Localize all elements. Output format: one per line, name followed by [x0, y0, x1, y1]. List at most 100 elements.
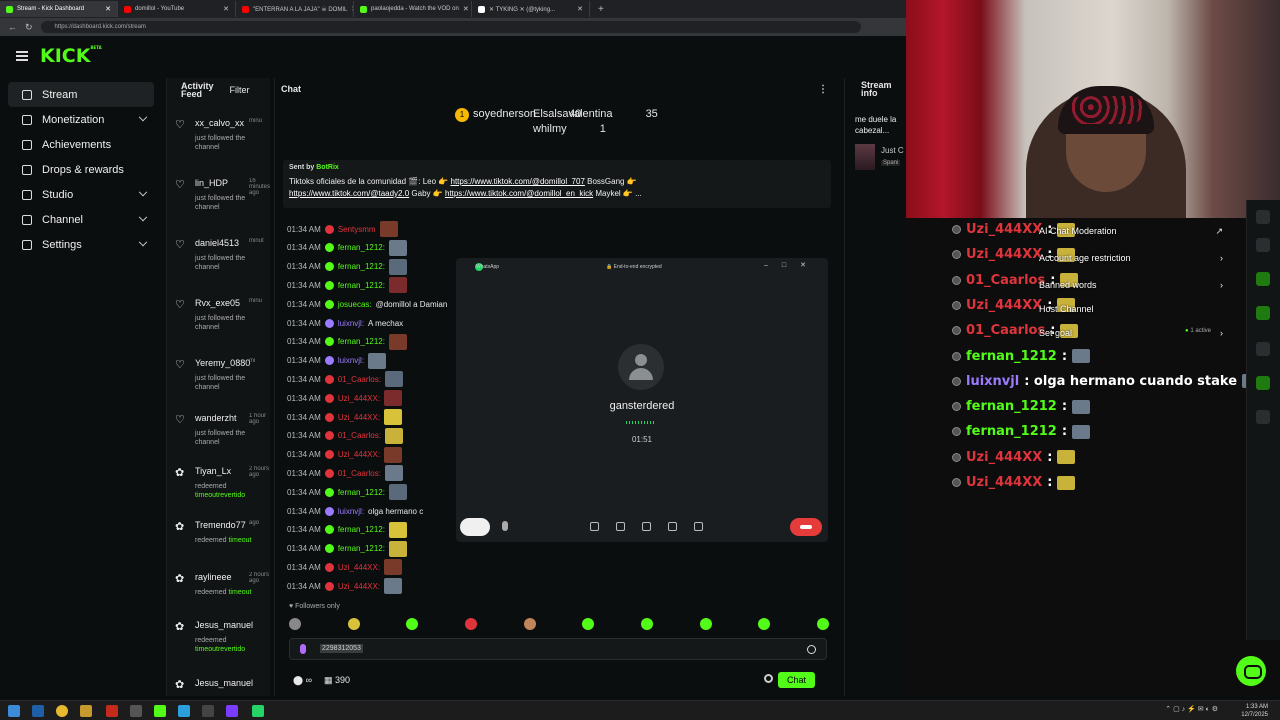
tiktok-link[interactable]: https://www.tiktok.com/@domillol_en_kick [445, 189, 593, 198]
sidebar-item-channel[interactable]: Channel [8, 207, 154, 232]
taskbar-app-icon[interactable] [130, 705, 142, 717]
chat-message[interactable]: 01:34 AM 01_Caarlos: [287, 465, 403, 482]
emote-shortcut-icon[interactable] [464, 618, 477, 630]
chevron-right-icon[interactable]: › [1220, 280, 1223, 290]
message-username[interactable]: fernan_1212: [338, 243, 385, 252]
browser-tab[interactable]: paolaojedda - Watch the VOD on ✕ [354, 1, 472, 17]
activity-username[interactable]: Rvx_exe05 [195, 298, 240, 308]
chevron-right-icon[interactable]: › [1220, 253, 1223, 263]
camera-toggle-button[interactable] [460, 518, 490, 536]
end-call-button[interactable] [790, 518, 822, 536]
activity-username[interactable]: Jesus_manuel [195, 620, 253, 630]
sidebar-item-studio[interactable]: Studio [8, 182, 154, 207]
close-tab-icon[interactable]: ✕ [577, 5, 583, 13]
reload-icon[interactable]: ↻ [25, 22, 33, 33]
whatsapp-taskbar-icon[interactable] [252, 705, 264, 717]
activity-username[interactable]: daniel4513 [195, 238, 239, 248]
chat-message[interactable]: 01:34 AM 01_Caarlos: [287, 371, 403, 388]
new-tab-icon[interactable]: + [590, 4, 604, 15]
chevron-down-icon[interactable] [138, 112, 148, 121]
chat-message[interactable]: 01:34 AM Uzi_444XX: [287, 446, 403, 463]
chevron-right-icon[interactable]: › [1220, 328, 1223, 338]
activity-username[interactable]: xx_calvo_xx [195, 118, 244, 128]
category-thumbnail[interactable] [855, 144, 875, 170]
taskbar-clock[interactable]: 1:33 AM 12/7/2025 [1241, 703, 1268, 719]
emote-shortcut-icon[interactable] [640, 618, 653, 630]
chat-message[interactable]: 01:34 AM fernan_1212: [287, 540, 407, 557]
message-username[interactable]: josuecas: [338, 300, 372, 309]
account-age-restriction[interactable]: Account age restriction [1039, 253, 1131, 263]
message-username[interactable]: Uzi_444XX: [338, 450, 380, 459]
document-icon[interactable] [1256, 238, 1270, 252]
system-tray-icons[interactable]: ⌃ ▢ ♪ ⚡ ✉ ◐ ⚙ [1165, 705, 1218, 713]
emote-shortcut-icon[interactable] [816, 618, 829, 630]
message-username[interactable]: Uzi_444XX: [338, 563, 380, 572]
activity-username[interactable]: raylineee [195, 572, 232, 582]
screen-share-icon[interactable] [642, 522, 651, 531]
message-username[interactable]: fernan_1212: [338, 337, 385, 346]
chat-message[interactable]: 01:34 AM luixnvjl: A mechax [287, 316, 403, 330]
windows-start-icon[interactable] [8, 705, 20, 717]
taskbar-app-icon[interactable] [226, 705, 238, 717]
message-username[interactable]: fernan_1212: [338, 525, 385, 534]
set-goal[interactable]: Set goal [1039, 328, 1072, 338]
browser-tab[interactable]: domillol - YouTube ✕ [118, 1, 236, 17]
chat-message[interactable]: 01:34 AM Uzi_444XX: [287, 390, 403, 407]
close-tab-icon[interactable]: ✕ [463, 5, 469, 13]
message-username[interactable]: luixnvjl: [338, 356, 364, 365]
message-username[interactable]: Uzi_444XX: [338, 582, 380, 591]
activity-username[interactable]: lin_HDP [195, 178, 228, 188]
emoji-icon[interactable] [590, 522, 599, 531]
layout-icon[interactable] [1256, 342, 1270, 356]
activity-username[interactable]: Tiyan_Lx [195, 466, 231, 476]
message-username[interactable]: fernan_1212: [338, 262, 385, 271]
activity-username[interactable]: Tremendo77 [195, 520, 246, 530]
taskbar-app-icon[interactable] [32, 705, 44, 717]
host-channel[interactable]: Host Channel [1039, 304, 1094, 314]
file-explorer-icon[interactable] [80, 705, 92, 717]
hamburger-menu-icon[interactable] [16, 51, 28, 61]
tiktok-link[interactable]: https://www.tiktok.com/@taady2.0 [289, 189, 409, 198]
message-username[interactable]: fernan_1212: [338, 281, 385, 290]
support-chat-button[interactable] [1236, 656, 1266, 686]
raise-hand-icon[interactable] [616, 522, 625, 531]
taskbar-app-icon[interactable] [106, 705, 118, 717]
puzzle-icon[interactable] [1256, 410, 1270, 424]
chat-message[interactable]: 01:34 AM Uzi_444XX: [287, 559, 403, 576]
activity-username[interactable]: Yeremy_0880 [195, 358, 250, 368]
chat-message[interactable]: 01:34 AM Uzi_444XX: [287, 409, 403, 425]
ai-chat-moderation[interactable]: AI Chat Moderation [1039, 226, 1117, 236]
sidebar-item-drops-rewards[interactable]: Drops & rewards [8, 157, 154, 182]
back-icon[interactable]: ← [8, 22, 17, 32]
chrome-icon[interactable] [56, 705, 68, 717]
chat-message[interactable]: 01:34 AM luixnvjl: [287, 352, 387, 369]
tiktok-link[interactable]: https://www.tiktok.com/@domillol_707 [451, 177, 585, 186]
leaderboard-entry[interactable]: Elsalsavalentina 35 [533, 108, 658, 120]
chat-message[interactable]: 01:34 AM josuecas: @domillol a Damian [287, 297, 447, 311]
chevron-down-icon[interactable] [138, 237, 148, 246]
sidebar-item-stream[interactable]: Stream [8, 82, 154, 107]
emote-shortcut-icon[interactable] [758, 618, 771, 630]
telegram-icon[interactable] [178, 705, 190, 717]
tool-icon[interactable] [1256, 210, 1270, 224]
sidebar-item-settings[interactable]: Settings [8, 232, 154, 257]
chat-message[interactable]: 01:34 AM fernan_1212: [287, 333, 407, 350]
chat-message[interactable]: 01:34 AM Sentysmm [287, 221, 398, 237]
chat-message[interactable]: 01:34 AM 01_Caarlos: [287, 427, 403, 444]
url-field[interactable]: https://dashboard.kick.com/stream [40, 21, 861, 33]
sidebar-item-monetization[interactable]: Monetization [8, 107, 154, 132]
emote-shortcut-icon[interactable] [523, 618, 536, 630]
taskbar-app-icon[interactable] [202, 705, 214, 717]
filter-button[interactable]: Filter [230, 86, 250, 95]
browser-tab[interactable]: ✕ TYKING ✕ (@tyking... ✕ [472, 1, 590, 17]
sidebar-item-achievements[interactable]: Achievements [8, 132, 154, 157]
send-chat-button[interactable]: Chat [777, 672, 815, 688]
add-participant-icon[interactable] [668, 522, 677, 531]
chat-message[interactable]: 01:34 AM luixnvjl: olga hermano c [287, 504, 423, 518]
external-link-icon[interactable]: ↗ [1215, 226, 1223, 237]
chat-message[interactable]: 01:34 AM fernan_1212: [287, 239, 407, 256]
emote-shortcut-icon[interactable] [347, 618, 360, 630]
close-tab-icon[interactable]: ✕ [105, 5, 111, 13]
channel-points[interactable]: ▦ 390 [324, 675, 350, 686]
chat-message[interactable]: 01:34 AM fernan_1212: [287, 484, 407, 501]
